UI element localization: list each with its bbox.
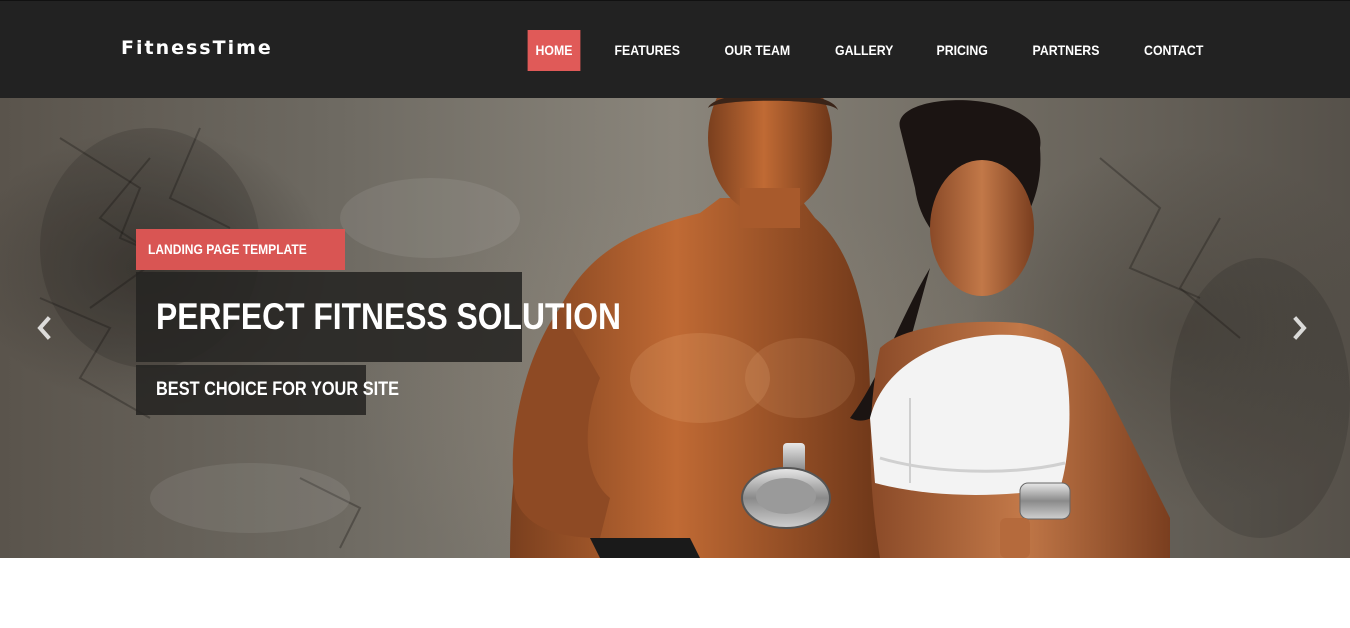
chevron-left-icon	[37, 316, 51, 340]
hero-slider: LANDING PAGE TEMPLATE PERFECT FITNESS SO…	[0, 98, 1350, 558]
nav-item-partners[interactable]: PARTNERS	[1016, 30, 1115, 71]
nav-item-features[interactable]: FEATURES	[598, 30, 695, 71]
hero-tag-text: LANDING PAGE TEMPLATE	[148, 241, 307, 257]
hero-title-text: PERFECT FITNESS SOLUTION	[156, 296, 621, 337]
navbar: FitnessTime HOME FEATURES OUR TEAM GALLE…	[0, 0, 1350, 98]
nav-item-pricing[interactable]: PRICING	[921, 30, 1004, 71]
nav-item-home[interactable]: HOME	[527, 30, 581, 71]
brand-logo[interactable]: FitnessTime	[121, 37, 273, 59]
main-nav: HOME FEATURES OUR TEAM GALLERY PRICING P…	[524, 30, 1225, 71]
slider-next-button[interactable]	[1288, 315, 1312, 341]
content-area	[0, 558, 1350, 628]
slider-prev-button[interactable]	[32, 315, 56, 341]
woman-figure	[850, 100, 1170, 558]
hero-tag: LANDING PAGE TEMPLATE	[136, 229, 345, 270]
nav-item-contact[interactable]: CONTACT	[1128, 30, 1219, 71]
hero-subtitle-text: BEST CHOICE FOR YOUR SITE	[156, 379, 400, 400]
chevron-right-icon	[1293, 316, 1307, 340]
nav-item-our-team[interactable]: OUR TEAM	[709, 30, 806, 71]
hero-subtitle: BEST CHOICE FOR YOUR SITE	[136, 365, 399, 415]
nav-item-gallery[interactable]: GALLERY	[819, 30, 909, 71]
hero-title: PERFECT FITNESS SOLUTION	[136, 272, 621, 362]
